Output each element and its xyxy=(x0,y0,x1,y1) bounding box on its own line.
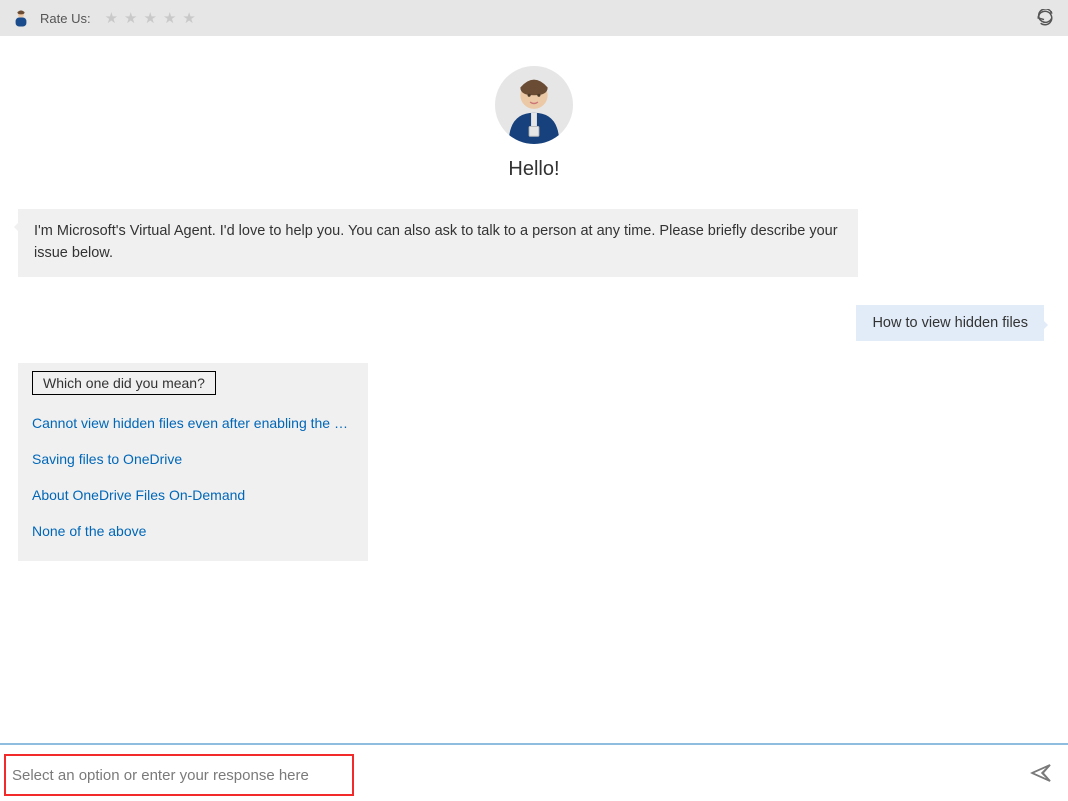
star-icon[interactable]: ★ xyxy=(143,11,156,26)
input-bar xyxy=(0,743,1068,801)
option-link[interactable]: About OneDrive Files On-Demand xyxy=(32,477,354,513)
refresh-icon[interactable] xyxy=(1036,9,1054,27)
star-icon[interactable]: ★ xyxy=(105,11,118,26)
intro-block: Hello! xyxy=(10,66,1058,181)
user-message-text: How to view hidden files xyxy=(872,315,1028,331)
options-block: Which one did you mean? Cannot view hidd… xyxy=(18,363,368,561)
rate-us-label: Rate Us: xyxy=(40,11,91,26)
send-icon[interactable] xyxy=(1028,760,1054,786)
option-link[interactable]: None of the above xyxy=(32,513,354,549)
star-icon[interactable]: ★ xyxy=(182,11,195,26)
agent-message: I'm Microsoft's Virtual Agent. I'd love … xyxy=(18,209,858,277)
chat-area: Hello! I'm Microsoft's Virtual Agent. I'… xyxy=(0,36,1068,743)
header-left: Rate Us: ★ ★ ★ ★ ★ xyxy=(12,9,196,27)
option-link[interactable]: Saving files to OneDrive xyxy=(32,441,354,477)
rating-stars: ★ ★ ★ ★ ★ xyxy=(105,11,196,26)
option-link[interactable]: Cannot view hidden files even after enab… xyxy=(32,405,354,441)
user-message: How to view hidden files xyxy=(856,305,1044,341)
options-prompt: Which one did you mean? xyxy=(32,371,216,395)
agent-mini-avatar-icon xyxy=(12,9,30,27)
greeting-text: Hello! xyxy=(508,158,559,181)
agent-message-text: I'm Microsoft's Virtual Agent. I'd love … xyxy=(34,223,838,261)
star-icon[interactable]: ★ xyxy=(124,11,137,26)
agent-avatar-icon xyxy=(495,66,573,144)
header-bar: Rate Us: ★ ★ ★ ★ ★ xyxy=(0,0,1068,36)
input-highlight-box xyxy=(4,754,354,796)
response-input[interactable] xyxy=(12,756,346,794)
star-icon[interactable]: ★ xyxy=(163,11,176,26)
